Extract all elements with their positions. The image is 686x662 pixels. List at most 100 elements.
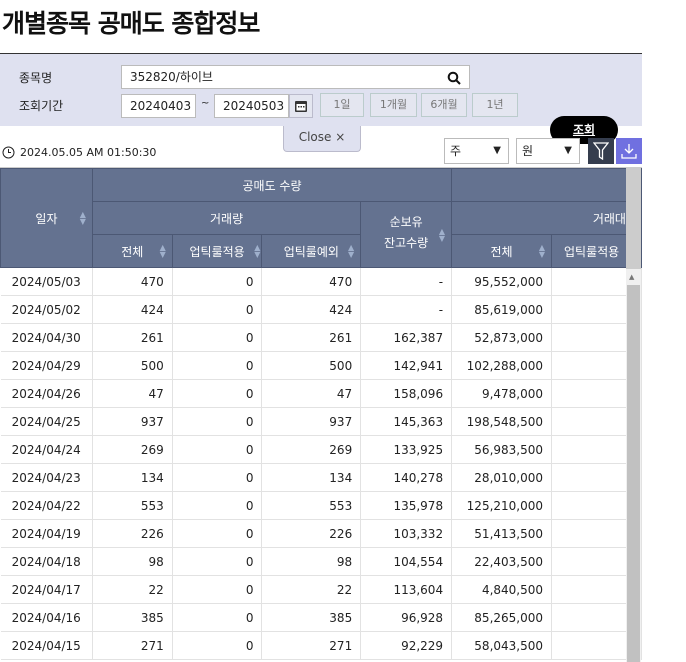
- table-row[interactable]: 2024/04/26 47 0 47 158,096 9,478,000: [0, 379, 642, 408]
- table-cell: 22: [261, 575, 362, 604]
- table-cell: 0: [172, 575, 263, 604]
- table-cell: 385: [261, 603, 362, 632]
- table-cell: 424: [261, 295, 362, 324]
- table-cell: 0: [172, 295, 263, 324]
- download-button[interactable]: [616, 138, 642, 164]
- table-cell: 96,928: [360, 603, 453, 632]
- period-6m-button[interactable]: 6개월: [421, 93, 467, 117]
- table-row[interactable]: 2024/04/25 937 0 937 145,363 198,548,500: [0, 407, 642, 436]
- table-cell: 0: [172, 267, 263, 296]
- table-cell: 2024/04/30: [0, 323, 93, 352]
- sort-icon: ▲ ▼: [79, 210, 86, 226]
- table-cell: 500: [92, 351, 173, 380]
- table-cell: 269: [261, 435, 362, 464]
- date-separator: ~: [201, 98, 210, 109]
- scroll-up-icon[interactable]: ▲: [629, 273, 634, 281]
- timestamp-text: 2024.05.05 AM 01:50:30: [20, 146, 157, 159]
- table-cell: 2024/04/19: [0, 519, 93, 548]
- table-cell: 22: [92, 575, 173, 604]
- table-cell: 134: [261, 463, 362, 492]
- sort-icon: ▲ ▼: [438, 226, 446, 243]
- header-amount: 거래대금: [451, 201, 642, 235]
- table-row[interactable]: 2024/04/18 98 0 98 104,554 22,403,500: [0, 547, 642, 576]
- table-cell: 4,840,500: [451, 575, 553, 604]
- header-net-hold[interactable]: 순보유 잔고수량 ▲ ▼: [360, 201, 453, 268]
- period-1d-button[interactable]: 1일: [320, 93, 364, 117]
- table-cell: 0: [172, 407, 263, 436]
- unit-select[interactable]: 주 ▼: [444, 138, 509, 164]
- table-cell: 424: [92, 295, 173, 324]
- table-cell: 2024/04/23: [0, 463, 93, 492]
- table-cell: 162,387: [360, 323, 453, 352]
- table-cell: 113,604: [360, 575, 453, 604]
- table-cell: 198,548,500: [451, 407, 553, 436]
- table-cell: 85,619,000: [451, 295, 553, 324]
- close-panel-button[interactable]: Close ×: [283, 126, 361, 152]
- table-cell: 52,873,000: [451, 323, 553, 352]
- table-row[interactable]: 2024/05/03 470 0 470-95,552,000: [0, 267, 642, 296]
- table-cell: 2024/04/29: [0, 351, 93, 380]
- header-total[interactable]: 전체 ▲ ▼: [91, 234, 173, 268]
- table-row[interactable]: 2024/04/24 269 0 269 133,925 56,983,500: [0, 435, 642, 464]
- header-uptick-ex[interactable]: 업틱룰예외 ▲ ▼: [261, 234, 362, 268]
- table-row[interactable]: 2024/04/15 271 0 271 92,229 58,043,500: [0, 631, 642, 660]
- table-row[interactable]: 2024/04/22 553 0 553 135,978 125,210,000: [0, 491, 642, 520]
- table-cell: 553: [92, 491, 173, 520]
- to-date-input[interactable]: 20240503: [214, 94, 289, 118]
- table-row[interactable]: 2024/04/29 500 0 500 142,941 102,288,000: [0, 351, 642, 380]
- table-cell: 2024/05/03: [0, 267, 93, 296]
- filter-icon: [593, 142, 609, 160]
- table-row[interactable]: 2024/04/30 261 0 261 162,387 52,873,000: [0, 323, 642, 352]
- clock-icon: [2, 146, 15, 159]
- header-volume: 거래량: [91, 201, 362, 235]
- header-empty: [451, 168, 642, 202]
- table-cell: 0: [172, 519, 263, 548]
- scrollbar-header: [626, 168, 641, 269]
- scrollbar-thumb[interactable]: [627, 285, 640, 662]
- stock-input[interactable]: 352820/하이브: [121, 65, 470, 89]
- table-cell: 0: [172, 379, 263, 408]
- header-amt-total[interactable]: 전체 ▲ ▼: [451, 234, 553, 268]
- table-cell: 226: [92, 519, 173, 548]
- table-cell: 0: [172, 351, 263, 380]
- table-cell: 271: [261, 631, 362, 660]
- table-row[interactable]: 2024/04/17 22 0 22 113,604 4,840,500: [0, 575, 642, 604]
- table-cell: 95,552,000: [451, 267, 553, 296]
- page-title: 개별종목 공매도 종합정보: [2, 9, 260, 38]
- table-cell: 142,941: [360, 351, 453, 380]
- header-uptick[interactable]: 업틱룰적용 ▲ ▼: [171, 234, 263, 268]
- currency-select[interactable]: 원 ▼: [516, 138, 580, 164]
- table-cell: 261: [261, 323, 362, 352]
- header-date[interactable]: 일자 ▲ ▼: [0, 168, 93, 268]
- from-date-input[interactable]: 20240403: [121, 94, 196, 118]
- table-cell: 98: [261, 547, 362, 576]
- period-1y-button[interactable]: 1년: [472, 93, 518, 117]
- period-1m-button[interactable]: 1개월: [370, 93, 417, 117]
- table-cell: 2024/04/18: [0, 547, 93, 576]
- table-cell: 937: [261, 407, 362, 436]
- table-row[interactable]: 2024/04/23 134 0 134 140,278 28,010,000: [0, 463, 642, 492]
- table-cell: 0: [172, 491, 263, 520]
- table-cell: 226: [261, 519, 362, 548]
- search-icon[interactable]: [447, 71, 461, 85]
- filter-button[interactable]: [588, 138, 614, 164]
- calendar-icon: [295, 101, 307, 112]
- table-cell: 0: [172, 631, 263, 660]
- table-row[interactable]: 2024/05/02 424 0 424-85,619,000: [0, 295, 642, 324]
- table-row[interactable]: 2024/04/19 226 0 226 103,332 51,413,500: [0, 519, 642, 548]
- table-cell: 56,983,500: [451, 435, 553, 464]
- calendar-button[interactable]: [289, 94, 313, 118]
- table-cell: 22,403,500: [451, 547, 553, 576]
- table-cell: 2024/04/26: [0, 379, 93, 408]
- table-cell: 92,229: [360, 631, 453, 660]
- table-row[interactable]: 2024/04/16 385 0 385 96,928 85,265,000: [0, 603, 642, 632]
- download-icon: [621, 144, 637, 159]
- table-cell: 51,413,500: [451, 519, 553, 548]
- table-cell: 0: [172, 463, 263, 492]
- table-cell: 470: [92, 267, 173, 296]
- table-cell: 385: [92, 603, 173, 632]
- sort-icon: ▲ ▼: [538, 243, 546, 259]
- table-cell: 500: [261, 351, 362, 380]
- header-short-qty: 공매도 수량: [91, 168, 453, 202]
- table-cell: 47: [261, 379, 362, 408]
